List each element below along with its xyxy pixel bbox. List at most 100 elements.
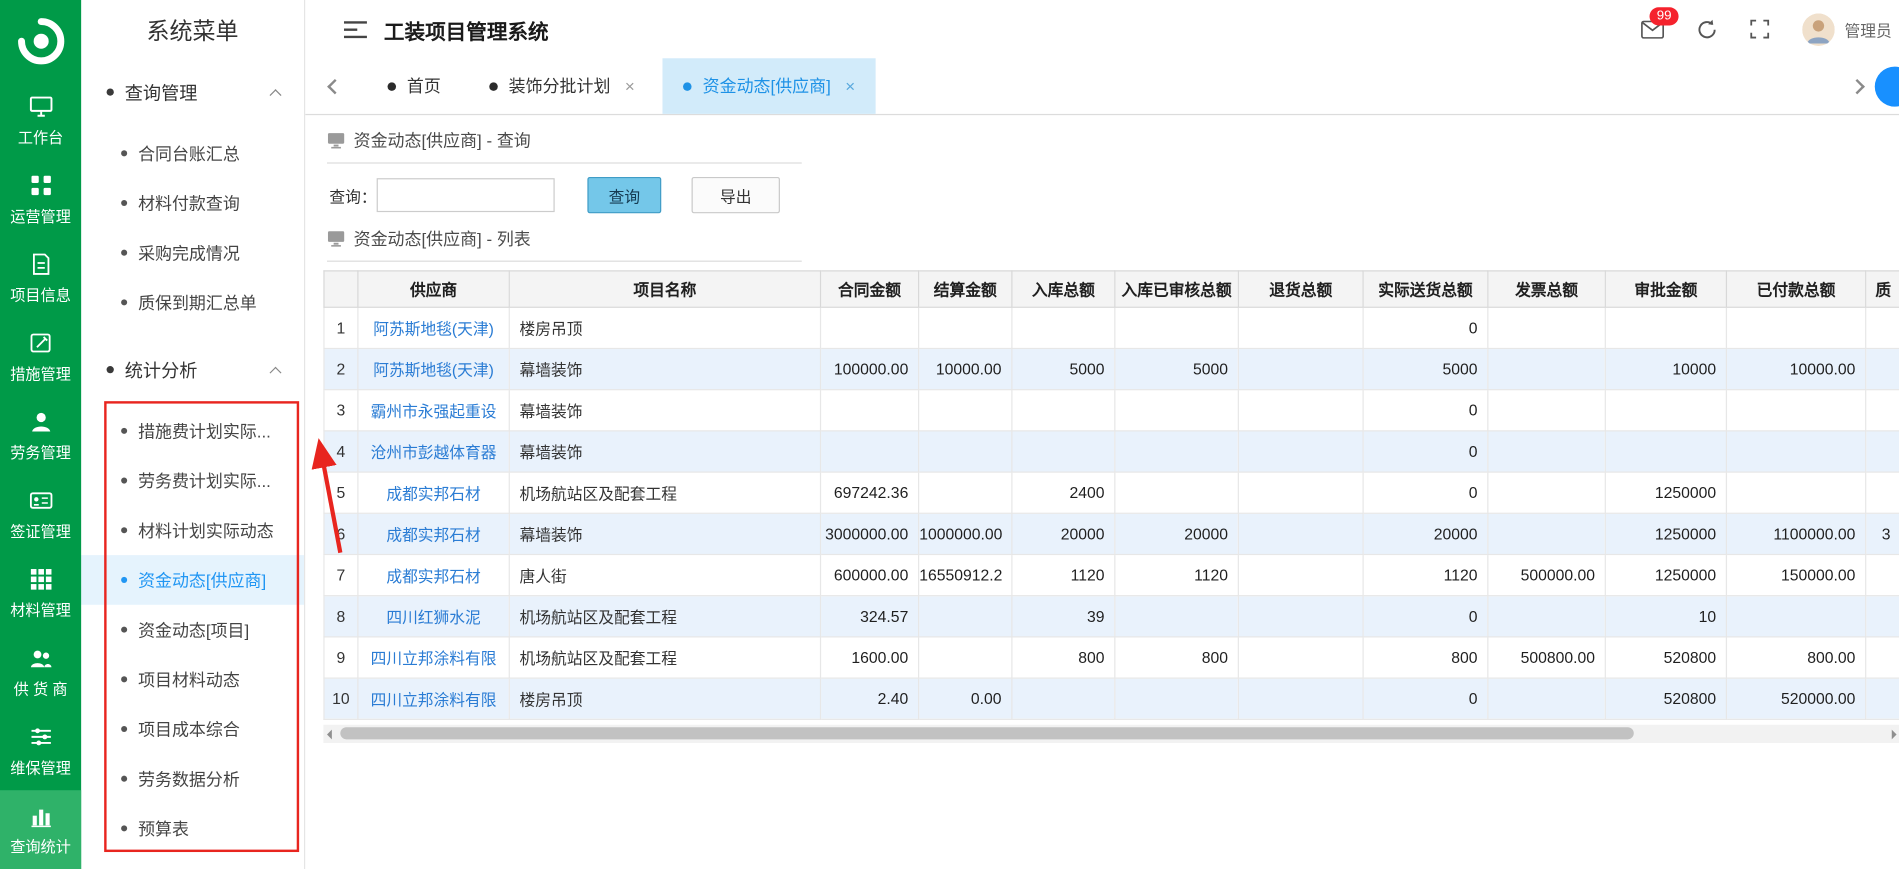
column-header-inbound-total[interactable]: 入库总额 [1011, 270, 1116, 308]
table-row[interactable]: 9 四川立邦涂料有限 机场航站区及配套工程 1600.00 800 800 800 50080… [323, 636, 1899, 679]
rail-item-visa[interactable]: 签证管理 [0, 475, 81, 554]
menu-item-labor-cost-plan-actual[interactable]: 劳务费计划实际... [81, 456, 304, 506]
menu-section-statistical-analysis[interactable]: 统计分析 [81, 343, 304, 396]
value-cell: 5000 [1362, 347, 1489, 391]
value-cell: 520000.00 [1725, 677, 1867, 720]
supplier-link[interactable]: 沧州市彭越体育器 [357, 430, 510, 473]
value-cell [1487, 595, 1606, 638]
value-cell [1865, 306, 1899, 350]
column-header-invoice-total[interactable]: 发票总额 [1487, 270, 1606, 308]
table-row[interactable]: 7 成都实邦石材 唐人街 600000.00 16550912.2 1120 1120 112… [323, 553, 1899, 597]
tabs-scroll-left-icon[interactable] [327, 78, 343, 94]
messages-icon[interactable]: 99 [1641, 6, 1679, 39]
supplier-link[interactable]: 霸州市永强起重设 [357, 389, 510, 432]
table-row[interactable]: 10 四川立邦涂料有限 楼房吊顶 2.40 0.00 0 520800 520000.00 [323, 677, 1899, 720]
menu-item-procurement-completion[interactable]: 采购完成情况 [81, 228, 304, 278]
app-logo[interactable] [0, 0, 81, 81]
search-input[interactable] [376, 178, 555, 213]
supplier-link[interactable]: 阿苏斯地毯(天津) [357, 347, 510, 391]
tab-decoration-batch-plan[interactable]: 装饰分批计划 × [469, 58, 656, 114]
rail-item-operations[interactable]: 运营管理 [0, 160, 81, 239]
rail-item-maintenance[interactable]: 维保管理 [0, 711, 81, 790]
rail-item-query-stats[interactable]: 查询统计 [0, 790, 82, 869]
menu-title: 系统菜单 [146, 19, 239, 45]
project-name-cell: 幕墙装饰 [508, 389, 822, 432]
menu-item-material-payment-query[interactable]: 材料付款查询 [81, 178, 304, 228]
value-cell [1114, 430, 1239, 473]
supplier-link[interactable]: 成都实邦石材 [357, 471, 510, 514]
table-row[interactable]: 1 阿苏斯地毯(天津) 楼房吊顶 0 [323, 306, 1899, 350]
scroll-right-arrow-icon[interactable] [1891, 729, 1897, 740]
user-menu[interactable]: 管理员 [1802, 12, 1892, 46]
rail-item-measures[interactable]: 措施管理 [0, 318, 81, 397]
tabs-scroll-right-icon[interactable] [1849, 78, 1865, 94]
supplier-link[interactable]: 四川立邦涂料有限 [357, 677, 510, 720]
tab-close-icon[interactable]: × [625, 76, 635, 95]
document-icon [32, 253, 49, 275]
table-row[interactable]: 3 霸州市永强起重设 幕墙装饰 0 [323, 389, 1899, 432]
rail-item-project-info[interactable]: 项目信息 [0, 239, 81, 318]
collapse-chevron-icon[interactable] [269, 366, 282, 379]
supplier-link[interactable]: 阿苏斯地毯(天津) [357, 306, 510, 350]
column-header-quality-cutoff[interactable]: 质 [1865, 270, 1899, 308]
rail-item-materials[interactable]: 材料管理 [0, 554, 81, 633]
menu-item-contract-ledger-summary[interactable]: 合同台账汇总 [81, 128, 304, 178]
menu-fold-icon[interactable] [343, 20, 367, 38]
value-cell [1487, 347, 1606, 391]
tab-fund-dynamics-supplier[interactable]: 资金动态[供应商] × [662, 58, 876, 114]
collapse-chevron-icon[interactable] [269, 88, 282, 101]
scroll-left-arrow-icon[interactable] [326, 729, 332, 740]
menu-item-labor-data-analysis[interactable]: 劳务数据分析 [81, 754, 304, 804]
horizontal-scrollbar[interactable] [323, 724, 1899, 743]
column-header-actual-delivery-total[interactable]: 实际送货总额 [1362, 270, 1489, 308]
tab-close-icon[interactable]: × [845, 76, 855, 95]
menu-item-budget-table[interactable]: 预算表 [81, 804, 304, 854]
menu-item-label: 劳务数据分析 [138, 769, 240, 789]
menu-item-material-plan-actual-dynamics[interactable]: 材料计划实际动态 [81, 505, 304, 555]
value-cell: 20000 [1114, 512, 1239, 556]
column-header-contract-amount[interactable]: 合同金额 [819, 270, 920, 308]
avatar[interactable] [1802, 12, 1835, 46]
primary-nav-rail: 工作台 运营管理 项目信息 措施管理 劳务管理 签证管理 材料管理 供 货 商 [0, 0, 82, 869]
menu-item-project-material-dynamics[interactable]: 项目材料动态 [81, 654, 304, 704]
table-row[interactable]: 8 四川红狮水泥 机场航站区及配套工程 324.57 39 0 10 [323, 595, 1899, 638]
table-row[interactable]: 2 阿苏斯地毯(天津) 幕墙装饰 100000.00 10000.00 5000 5000 5… [323, 347, 1899, 391]
fullscreen-icon[interactable] [1750, 19, 1770, 39]
tab-home[interactable]: 首页 [367, 58, 461, 114]
rail-item-workbench[interactable]: 工作台 [0, 81, 81, 160]
scrollbar-thumb[interactable] [340, 727, 1634, 740]
supplier-link[interactable]: 成都实邦石材 [357, 553, 510, 597]
supplier-link[interactable]: 四川红狮水泥 [357, 595, 510, 638]
rail-item-labor[interactable]: 劳务管理 [0, 396, 81, 475]
export-button[interactable]: 导出 [691, 176, 780, 214]
bullet-icon [121, 477, 128, 484]
column-header-supplier[interactable]: 供应商 [357, 270, 510, 308]
supplier-link[interactable]: 成都实邦石材 [357, 512, 510, 556]
value-cell [1865, 636, 1899, 679]
table-row[interactable]: 5 成都实邦石材 机场航站区及配套工程 697242.36 2400 0 1250000 [323, 471, 1899, 514]
refresh-icon[interactable] [1697, 19, 1718, 40]
menu-item-project-cost-comprehensive[interactable]: 项目成本综合 [81, 704, 304, 754]
column-header-approved-amount[interactable]: 审批金额 [1604, 270, 1728, 308]
row-index-cell: 10 [323, 677, 359, 720]
rail-item-suppliers[interactable]: 供 货 商 [0, 633, 81, 712]
value-cell: 2.40 [819, 677, 920, 720]
menu-section-query-management[interactable]: 查询管理 [81, 65, 304, 118]
rail-item-label: 项目信息 [10, 286, 71, 304]
menu-item-measure-cost-plan-actual[interactable]: 措施费计划实际... [81, 406, 304, 456]
supplier-link[interactable]: 四川立邦涂料有限 [357, 636, 510, 679]
column-header-inbound-audited-total[interactable]: 入库已审核总额 [1114, 270, 1239, 308]
table-row[interactable]: 6 成都实邦石材 幕墙装饰 3000000.00 1000000.00 20000 2000… [323, 512, 1899, 556]
menu-item-fund-dynamics-project[interactable]: 资金动态[项目] [81, 605, 304, 655]
column-header-settlement-amount[interactable]: 结算金额 [918, 270, 1013, 308]
value-cell [1237, 471, 1364, 514]
column-header-paid-total[interactable]: 已付款总额 [1725, 270, 1867, 308]
menu-item-warranty-expiry-summary[interactable]: 质保到期汇总单 [81, 278, 304, 328]
search-button[interactable]: 查询 [587, 176, 662, 214]
value-cell [1114, 389, 1239, 432]
column-header-returns-total[interactable]: 退货总额 [1237, 270, 1364, 308]
menu-item-fund-dynamics-supplier[interactable]: 资金动态[供应商] [81, 555, 304, 605]
tab-overflow-button[interactable] [1874, 66, 1899, 107]
column-header-project-name[interactable]: 项目名称 [508, 270, 822, 308]
table-row[interactable]: 4 沧州市彭越体育器 幕墙装饰 0 [323, 430, 1899, 473]
